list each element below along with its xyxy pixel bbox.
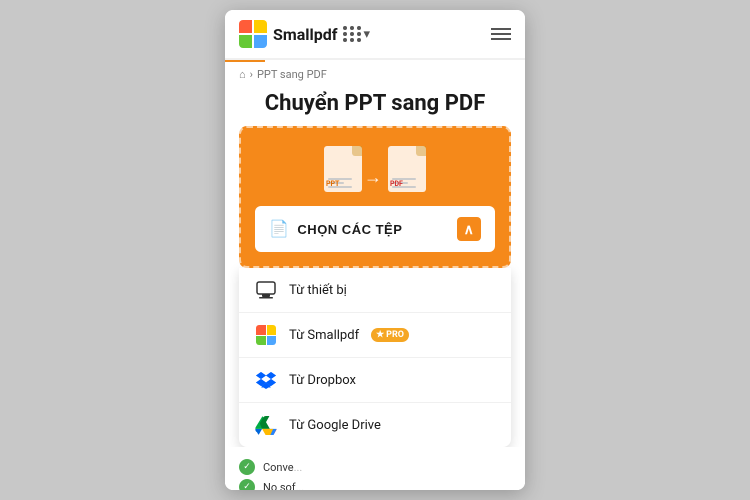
- hamburger-line-2: [491, 33, 511, 35]
- check-icon-2: ✓: [239, 479, 255, 490]
- hamburger-line-3: [491, 38, 511, 40]
- header-left: Smallpdf ▾: [239, 20, 370, 48]
- pro-badge: ★ PRO: [371, 328, 409, 342]
- breadcrumb-separator: ›: [250, 68, 253, 81]
- file-icon: 📄: [269, 219, 289, 239]
- dropdown-item-dropbox-label: Từ Dropbox: [289, 373, 356, 388]
- breadcrumb-current: PPT sang PDF: [257, 68, 327, 81]
- dropdown-item-dropbox[interactable]: Từ Dropbox: [239, 358, 511, 403]
- header: Smallpdf ▾: [225, 10, 525, 60]
- main-content: PPT → PDF: [225, 126, 525, 490]
- dropdown-item-device[interactable]: Từ thiết bị: [239, 268, 511, 313]
- page-title: Chuyển PPT sang PDF: [225, 87, 525, 126]
- pro-label: PRO: [386, 330, 404, 340]
- upload-illustration: PPT → PDF: [324, 146, 426, 192]
- dropdown-item-gdrive[interactable]: Từ Google Drive: [239, 403, 511, 447]
- brand-name: Smallpdf: [273, 25, 337, 44]
- breadcrumb: ⌂ › PPT sang PDF: [225, 62, 525, 87]
- feature-row-2: ✓ No sof...: [239, 477, 511, 490]
- choose-files-label: CHỌN CÁC TỆP: [297, 222, 402, 237]
- pdf-doc-icon: PDF: [388, 146, 426, 192]
- gdrive-icon: [255, 414, 277, 436]
- dropdown-item-smallpdf[interactable]: Từ Smallpdf ★ PRO: [239, 313, 511, 358]
- chevron-up-icon: ∧: [457, 217, 481, 241]
- logo-q1: [239, 20, 252, 33]
- dropdown-item-smallpdf-label: Từ Smallpdf: [289, 328, 359, 343]
- smallpdf-logo: [239, 20, 267, 48]
- feature-text-2: No sof...: [263, 481, 304, 491]
- device-icon: [255, 279, 277, 301]
- check-icon-1: ✓: [239, 459, 255, 475]
- choose-btn-left: 📄 CHỌN CÁC TỆP: [269, 219, 402, 239]
- smallpdf-icon: [255, 324, 277, 346]
- apps-menu-button[interactable]: ▾: [343, 26, 370, 42]
- upload-zone: PPT → PDF: [239, 126, 511, 268]
- hamburger-menu-button[interactable]: [491, 28, 511, 40]
- arrow-icon: →: [364, 167, 382, 188]
- apps-grid-icon: [343, 26, 361, 42]
- ppt-label: PPT: [326, 180, 339, 188]
- choose-files-button[interactable]: 📄 CHỌN CÁC TỆP ∧: [255, 206, 495, 252]
- phone-container: Smallpdf ▾ ⌂ › PPT sang PDF Chuyển PPT s…: [225, 10, 525, 490]
- apps-arrow: ▾: [363, 27, 370, 42]
- dropdown-item-device-label: Từ thiết bị: [289, 283, 347, 298]
- choose-btn-container: 📄 CHỌN CÁC TỆP ∧: [255, 206, 495, 252]
- home-icon[interactable]: ⌂: [239, 68, 246, 81]
- logo-q2: [254, 20, 267, 33]
- dropbox-icon: [255, 369, 277, 391]
- logo-q4: [254, 35, 267, 48]
- feature-row-1: ✓ Conve...: [239, 457, 511, 477]
- smallpdf-logo-mini: [256, 325, 276, 345]
- pro-star-icon: ★: [376, 330, 384, 340]
- dropdown-item-gdrive-label: Từ Google Drive: [289, 418, 381, 433]
- hamburger-line-1: [491, 28, 511, 30]
- source-dropdown-menu: Từ thiết bị Từ Smallpdf ★ PRO: [239, 268, 511, 447]
- feature-text-1: Conve...: [263, 461, 302, 474]
- pdf-label: PDF: [390, 180, 403, 188]
- logo-q3: [239, 35, 252, 48]
- ppt-doc-icon: PPT: [324, 146, 362, 192]
- feature-list: ✓ Conve... ✓ No sof... ✓ Trusted by 2.4 …: [225, 447, 525, 490]
